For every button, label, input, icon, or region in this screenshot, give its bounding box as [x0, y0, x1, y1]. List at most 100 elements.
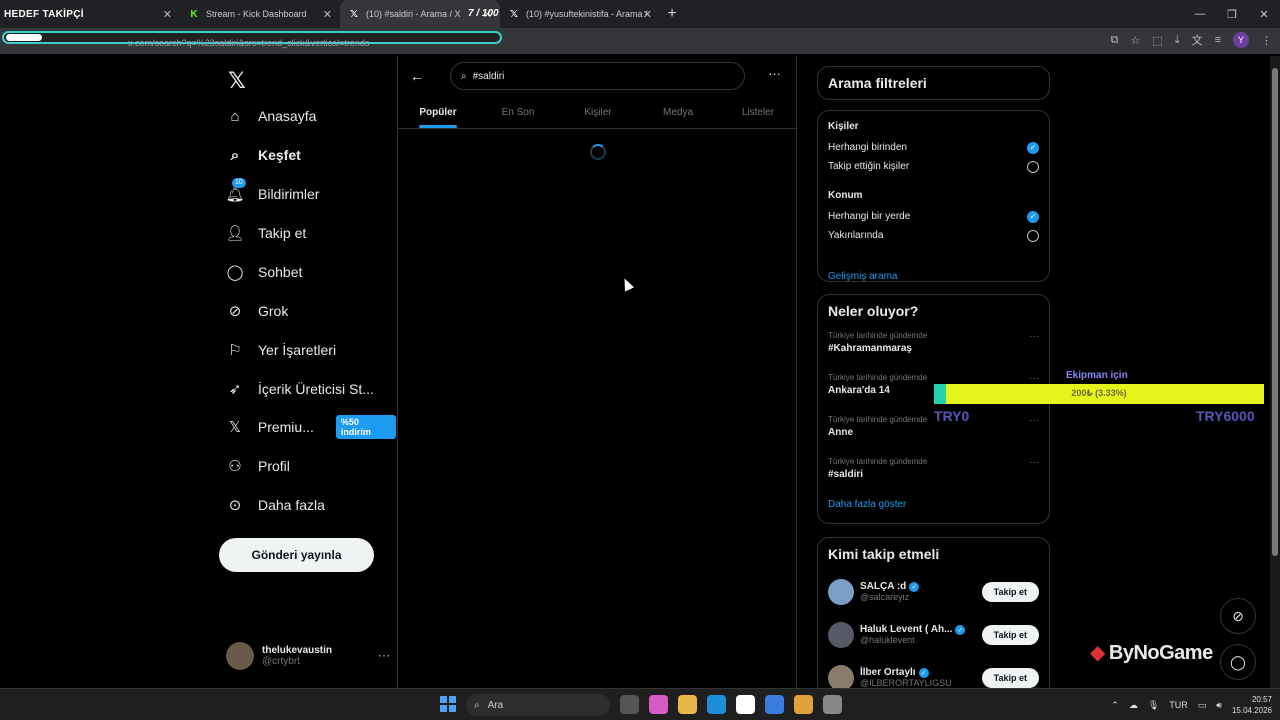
filter-option[interactable]: Herhangi bir yerde ✓ [818, 207, 1049, 226]
post-button[interactable]: Gönderi yayınla [219, 538, 374, 572]
download-icon[interactable]: ⤓ [1175, 34, 1180, 47]
avatar [828, 578, 854, 605]
close-window-icon[interactable]: ✕ [1248, 0, 1280, 28]
discount-badge: %50 indirim [335, 415, 396, 439]
sidebar-item-chat[interactable]: ◯ Sohbet [226, 260, 303, 284]
chrome-icon[interactable] [794, 695, 813, 714]
url-text[interactable]: x.com/search?q=%23saldiri&src=trend_clic… [128, 38, 369, 48]
follow-suggestion[interactable]: SALÇA :d ✓ @salcareyiz Takip et [818, 570, 1049, 613]
tab-latest[interactable]: En Son [478, 96, 558, 128]
extensions-icon[interactable]: ⬚ [1152, 34, 1162, 47]
more-icon[interactable]: ··· [1029, 331, 1039, 342]
trend-item[interactable]: Türkiye tarihinde gündemde #saldiri ··· [818, 453, 1049, 495]
notification-badge: 10 [232, 178, 246, 188]
account-switcher[interactable]: thelukevaustin @crtybrt ··· [226, 642, 390, 670]
follow-suggestion[interactable]: Haluk Levent ( Ah... ✓ @haluklevent Taki… [818, 613, 1049, 656]
trend-item[interactable]: Türkiye tarihinde gündemde #Kahramanmara… [818, 327, 1049, 369]
sidebar-item-profile[interactable]: ⚇ Profil [226, 454, 290, 478]
menu-icon[interactable]: ≡ [1215, 34, 1221, 46]
more-icon[interactable]: ··· [1029, 373, 1039, 384]
show-more-link[interactable]: Daha fazla göster [818, 495, 1049, 522]
volume-icon[interactable]: 🔊︎ [1216, 700, 1222, 711]
sidebar-item-home[interactable]: ⌂ Anasayfa [226, 104, 316, 128]
radio-checked-icon[interactable]: ✓ [1027, 141, 1039, 154]
more-icon[interactable]: ··· [768, 66, 781, 81]
back-arrow-icon[interactable]: ← [410, 68, 424, 84]
copilot-icon[interactable] [649, 695, 668, 714]
tab-label: (10) #saldiri - Arama / X [366, 9, 461, 19]
microphone-icon[interactable]: 🎙︎ [1148, 700, 1159, 711]
network-icon[interactable]: ▭ [1198, 700, 1207, 711]
tab-popular[interactable]: Popüler [398, 96, 478, 128]
x-icon: 𝕏 [228, 419, 241, 436]
tab-lists[interactable]: Listeler [718, 96, 798, 128]
x-logo-icon[interactable]: 𝕏 [228, 68, 246, 94]
maximize-icon[interactable]: ❐ [1216, 0, 1248, 28]
follow-button[interactable]: Takip et [981, 667, 1039, 688]
page-scrollbar[interactable] [1270, 56, 1280, 688]
suggestion-name-row: İlber Ortaylı ✓ [860, 667, 952, 678]
filter-option[interactable]: Takip ettiğin kişiler [818, 157, 1049, 176]
sidebar-item-premium[interactable]: 𝕏 Premiu... %50 indirim [226, 415, 396, 439]
more-icon[interactable]: ··· [378, 648, 390, 662]
settings-icon[interactable] [823, 695, 842, 714]
scrollbar-thumb[interactable] [1272, 68, 1278, 556]
more-circle-icon: ⊙ [228, 497, 242, 514]
sidebar-item-notifications[interactable]: 🔔︎ 10 Bildirimler [225, 178, 320, 206]
panel-title: Neler oluyor? [828, 303, 919, 319]
sidebar-item-label: Bildirimler [258, 186, 320, 202]
mail-icon[interactable] [765, 695, 784, 714]
star-icon[interactable]: ☆ [1130, 34, 1140, 47]
sidebar-item-follow[interactable]: 👤︎ Takip et [225, 221, 306, 245]
avatar[interactable]: Y [1233, 32, 1249, 48]
chevron-up-icon[interactable]: ⌃ [1111, 700, 1119, 711]
radio-icon[interactable] [1027, 160, 1039, 173]
browser-tab[interactable]: 𝕏 (10) #yusuftekinistifa - Arama / ✕ [500, 0, 660, 28]
filter-option-label: Herhangi bir yerde [828, 211, 911, 222]
more-icon[interactable]: ··· [1029, 415, 1039, 426]
radio-checked-icon[interactable]: ✓ [1027, 210, 1039, 223]
language-indicator[interactable]: TUR [1169, 700, 1188, 710]
browser-tab[interactable]: K Stream - Kick Dashboard ✕ [180, 0, 340, 28]
advanced-search-link[interactable]: Gelişmiş arama [818, 271, 1049, 282]
store-icon[interactable] [736, 695, 755, 714]
kebab-icon[interactable]: ⋮ [1261, 34, 1272, 47]
clock[interactable]: 20:57 15.04.2026 [1232, 694, 1272, 716]
sidebar-item-label: Anasayfa [258, 108, 317, 124]
search-input[interactable] [472, 70, 713, 82]
translate-icon[interactable]: 文 [1192, 32, 1203, 48]
sidebar-item-creator-studio[interactable]: ➶ İçerik Üreticisi St... [226, 377, 374, 401]
chat-float-button[interactable]: ◯ [1220, 644, 1256, 680]
grok-float-button[interactable]: ⊘ [1220, 598, 1256, 634]
close-icon[interactable]: ✕ [323, 8, 332, 21]
browser-tab[interactable]: HEDEF TAKİPÇİ ✕ [0, 0, 180, 28]
follow-button[interactable]: Takip et [981, 624, 1039, 645]
follow-button[interactable]: Takip et [981, 581, 1039, 602]
left-sidebar: 𝕏 ⌂ Anasayfa ⌕ Keşfet 🔔︎ 10 Bildirimler 👤… [218, 56, 396, 688]
sidebar-item-label: İçerik Üreticisi St... [258, 381, 374, 397]
filter-option-label: Yakınlarında [828, 230, 884, 241]
tab-media[interactable]: Medya [638, 96, 718, 128]
close-icon[interactable]: ✕ [163, 8, 172, 21]
filter-option[interactable]: Herhangi birinden ✓ [818, 138, 1049, 157]
sidebar-item-bookmarks[interactable]: ⚐ Yer İşaretleri [226, 338, 336, 362]
search-box[interactable]: ⌕ [450, 62, 745, 90]
taskbar-search[interactable]: ⌕ Ara [466, 694, 610, 716]
file-explorer-icon[interactable] [678, 695, 697, 714]
cast-icon[interactable]: ⧉ [1111, 34, 1119, 47]
more-icon[interactable]: ··· [1029, 457, 1039, 468]
tab-people[interactable]: Kişiler [558, 96, 638, 128]
cloud-icon[interactable]: ☁ [1129, 700, 1138, 711]
sidebar-item-explore[interactable]: ⌕ Keşfet [226, 143, 301, 167]
minimize-icon[interactable]: — [1184, 0, 1216, 28]
close-icon[interactable]: ✕ [643, 8, 652, 21]
windows-start-icon[interactable] [440, 696, 456, 712]
sidebar-item-more[interactable]: ⊙ Daha fazla [226, 493, 325, 517]
filter-option[interactable]: Yakınlarında [818, 226, 1049, 245]
new-tab-button[interactable]: + [660, 0, 684, 28]
task-view-icon[interactable] [620, 695, 639, 714]
sidebar-item-label: Daha fazla [258, 497, 325, 513]
radio-icon[interactable] [1027, 229, 1039, 242]
edge-icon[interactable] [707, 695, 726, 714]
sidebar-item-grok[interactable]: ⊘ Grok [226, 299, 289, 323]
